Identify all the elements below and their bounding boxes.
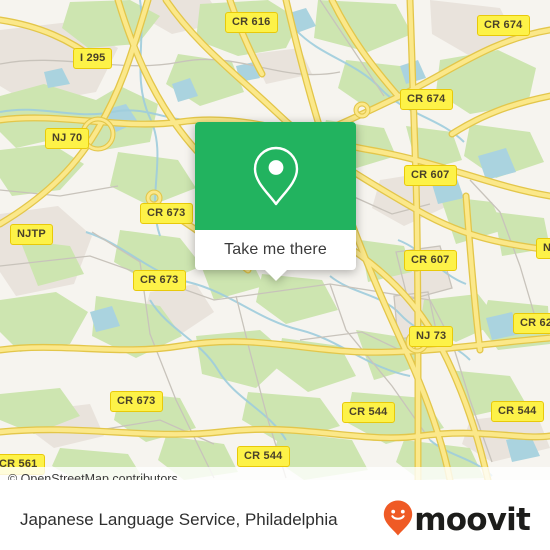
popup-pointer-tail [264,270,287,281]
road-shield: CR 620 [513,313,550,334]
road-shield: CR 544 [237,446,290,467]
road-shield: NJ 70 [45,128,90,149]
road-shield: CR 673 [133,270,186,291]
road-shield: CR 544 [342,402,395,423]
popup-marker-area [195,122,356,230]
road-shield: CR 674 [477,15,530,36]
footer-bar: Japanese Language Service, Philadelphia … [0,490,550,550]
moovit-logo[interactable]: moovit [383,500,550,541]
road-shield: CR 616 [225,12,278,33]
road-shield: CR 544 [491,401,544,422]
take-me-there-label: Take me there [224,241,327,258]
road-shield: NJ 73 [409,326,454,347]
road-shield: NJ [536,238,550,259]
map-pin-icon [252,145,300,207]
road-shield: CR 674 [400,89,453,110]
screenshot-root: CR 616 CR 674 I 295 CR 674 NJ 70 CR 607 CR 673… [0,0,550,550]
road-shield: CR 673 [110,391,163,412]
road-shield: CR 607 [404,250,457,271]
moovit-smiley-pin-icon [383,500,413,541]
place-title: Japanese Language Service, Philadelphia [20,510,338,529]
moovit-wordmark: moovit [414,502,531,538]
road-shield: CR 673 [140,203,193,224]
road-shield: I 295 [73,48,113,69]
map-attribution: © OpenStreetMap contributors [0,467,550,480]
road-shield: NJTP [10,224,53,245]
attribution-text[interactable]: © OpenStreetMap contributors [0,472,178,481]
popup-cta-area[interactable]: Take me there [195,230,356,270]
road-shield: CR 607 [404,165,457,186]
map-canvas[interactable]: CR 616 CR 674 I 295 CR 674 NJ 70 CR 607 CR 673… [0,0,550,480]
location-popup-card[interactable]: Take me there [195,122,356,281]
